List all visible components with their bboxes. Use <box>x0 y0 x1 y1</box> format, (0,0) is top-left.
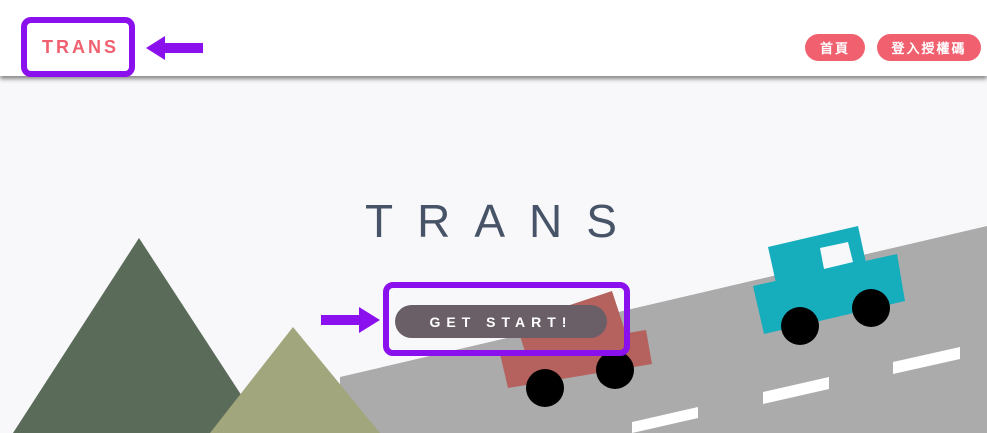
nav-login-code-button[interactable]: 登入授權碼 <box>877 34 981 61</box>
logo-highlight-box <box>21 17 135 77</box>
hero-title: TRANS <box>365 195 641 247</box>
nav-home-button[interactable]: 首頁 <box>805 34 865 61</box>
hero-illustration <box>13 226 987 433</box>
arrow-right-icon <box>321 307 380 333</box>
mountain-large <box>13 238 266 433</box>
hero-section: TRANS GET START! <box>0 76 987 433</box>
arrow-left-icon <box>146 36 203 60</box>
cta-highlight-box <box>383 282 630 356</box>
